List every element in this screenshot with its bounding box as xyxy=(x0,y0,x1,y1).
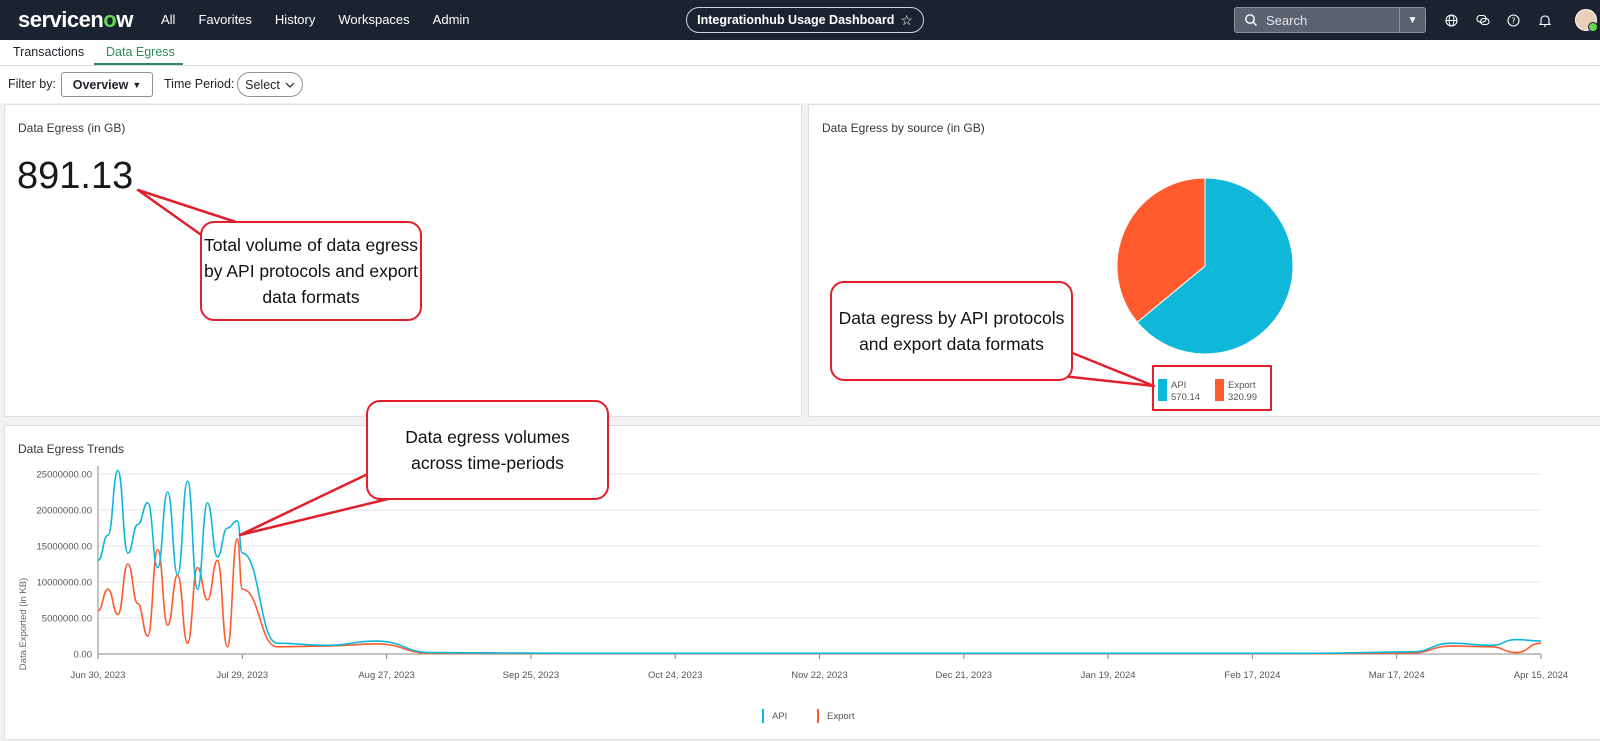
callout-pie-text: Data egress by API protocols and export … xyxy=(838,308,1065,354)
filter-bar: Filter by: Overview ▼ Time Period: Selec… xyxy=(0,66,1600,103)
y-axis-ticks: 0.00 5000000.00 10000000.00 15000000.00 2000… xyxy=(37,470,92,661)
y-tick-label: 0.00 xyxy=(74,650,93,661)
time-period-label: Time Period: xyxy=(164,77,235,91)
legend-value-api: 570.14 xyxy=(1171,392,1200,403)
nav-history[interactable]: History xyxy=(275,12,315,27)
y-tick-label: 10000000.00 xyxy=(37,578,92,589)
tab-data-egress[interactable]: Data Egress xyxy=(106,45,175,59)
y-tick-label: 20000000.00 xyxy=(37,506,92,517)
callout-pie: Data egress by API protocols and export … xyxy=(830,281,1073,381)
callout-trend: Data egress volumes across time-periods xyxy=(366,400,609,500)
help-icon[interactable]: ? xyxy=(1505,12,1522,29)
chart-gridlines xyxy=(97,466,1541,659)
callout-total-text: Total volume of data egress by API proto… xyxy=(203,235,419,307)
x-tick-label: Jan 19, 2024 xyxy=(1081,670,1136,681)
series-line-export[interactable] xyxy=(97,537,1542,655)
chat-icon[interactable] xyxy=(1474,12,1491,29)
svg-text:?: ? xyxy=(1511,17,1515,26)
x-tick-label: Feb 17, 2024 xyxy=(1224,670,1280,681)
top-navigation-bar: servicenow All Favorites History Workspa… xyxy=(0,0,1600,40)
filter-by-label: Filter by: xyxy=(8,77,56,91)
search-icon xyxy=(1245,14,1257,26)
star-icon[interactable]: ☆ xyxy=(900,12,913,29)
x-axis-ticks: Jun 30, 2023 Jul 29, 2023 Aug 27, 2023 Sep … xyxy=(71,654,1568,681)
dashboard-title: Integrationhub Usage Dashboard xyxy=(697,13,895,27)
dashboard-tabs: Transactions Data Egress xyxy=(0,40,1600,66)
tab-transactions[interactable]: Transactions xyxy=(13,45,84,59)
y-tick-label: 5000000.00 xyxy=(42,614,92,625)
nav-workspaces[interactable]: Workspaces xyxy=(338,12,409,27)
main-nav: All Favorites History Workspaces Admin xyxy=(161,12,493,27)
data-egress-trends-card: Data Egress Trends 0.00 5000000.00 1000000… xyxy=(4,425,1600,740)
search-scope-dropdown[interactable]: ▼ xyxy=(1399,8,1425,32)
card-title: Data Egress (in GB) xyxy=(18,121,126,135)
legend-label-api: API xyxy=(1171,380,1186,391)
topbar-icons: ? xyxy=(1443,12,1553,29)
x-tick-label: Jul 29, 2023 xyxy=(216,670,268,681)
callout-total-volume: Total volume of data egress by API proto… xyxy=(200,221,422,321)
filter-by-dropdown[interactable]: Overview ▼ xyxy=(61,72,153,97)
x-tick-label: Sep 25, 2023 xyxy=(503,670,560,681)
user-avatar[interactable] xyxy=(1575,9,1598,32)
x-tick-label: Aug 27, 2023 xyxy=(358,670,415,681)
x-tick-label: Mar 17, 2024 xyxy=(1369,670,1425,681)
global-search[interactable]: Search ▼ xyxy=(1234,7,1426,33)
legend-label-export: Export xyxy=(1228,380,1256,391)
legend-label-api[interactable]: API xyxy=(772,711,787,722)
y-axis-label: Data Exported (in KB) xyxy=(18,578,29,670)
y-tick-label: 25000000.00 xyxy=(37,470,92,481)
callout-trend-text: Data egress volumes across time-periods xyxy=(405,427,570,473)
servicenow-logo[interactable]: servicenow xyxy=(18,7,133,33)
time-period-dropdown[interactable]: Select xyxy=(237,72,303,97)
nav-admin[interactable]: Admin xyxy=(433,12,470,27)
legend-label-export[interactable]: Export xyxy=(827,711,855,722)
data-egress-total-value: 891.13 xyxy=(17,155,134,197)
legend-swatch-api xyxy=(1158,379,1167,401)
chevron-down-icon xyxy=(285,82,295,88)
legend-swatch-export xyxy=(1215,379,1224,401)
globe-icon[interactable] xyxy=(1443,12,1460,29)
filter-by-value: Overview xyxy=(72,77,129,92)
dashboard-title-pill[interactable]: Integrationhub Usage Dashboard ☆ xyxy=(686,7,924,33)
time-period-value: Select xyxy=(245,77,280,92)
x-tick-label: Dec 21, 2023 xyxy=(936,670,993,681)
legend-value-export: 320.99 xyxy=(1228,392,1257,403)
nav-all[interactable]: All xyxy=(161,12,175,27)
x-tick-label: Oct 24, 2023 xyxy=(648,670,702,681)
search-input[interactable]: Search xyxy=(1266,13,1399,28)
x-tick-label: Nov 22, 2023 xyxy=(791,670,848,681)
bell-icon[interactable] xyxy=(1536,12,1553,29)
caret-down-icon: ▼ xyxy=(132,79,142,90)
y-tick-label: 15000000.00 xyxy=(37,542,92,553)
active-tab-indicator xyxy=(94,63,183,65)
x-tick-label: Jun 30, 2023 xyxy=(71,670,126,681)
nav-favorites[interactable]: Favorites xyxy=(198,12,251,27)
series-line-api[interactable] xyxy=(97,469,1542,655)
x-tick-label: Apr 15, 2024 xyxy=(1514,670,1568,681)
trend-line-chart: 0.00 5000000.00 10000000.00 15000000.00 2000… xyxy=(18,466,1568,723)
